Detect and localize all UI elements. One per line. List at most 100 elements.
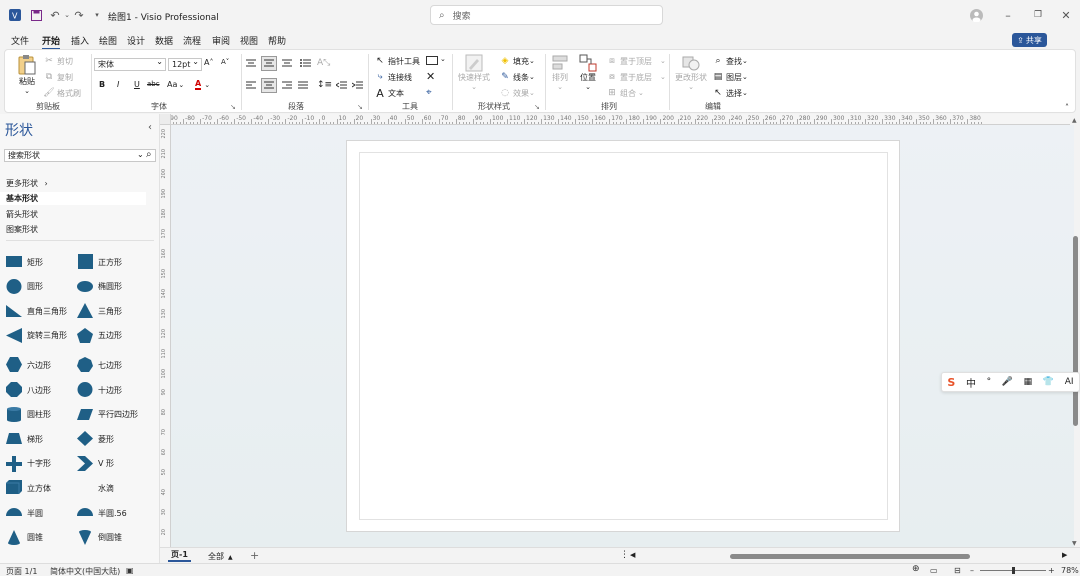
connector-button[interactable]: ⤷ 连接线 bbox=[374, 71, 412, 83]
shape-item[interactable]: 六边形 bbox=[6, 357, 51, 373]
ime-chinese-mode[interactable]: 中 bbox=[966, 375, 976, 390]
scroll-down-icon[interactable]: ▼ bbox=[1072, 540, 1077, 547]
collapse-pane-icon[interactable]: ‹ bbox=[148, 122, 152, 133]
font-size-select[interactable]: 12pt bbox=[168, 57, 202, 71]
change-shape-button[interactable]: 更改形状 ⌄ bbox=[675, 54, 707, 91]
position-button[interactable]: 位置 ⌄ bbox=[579, 54, 597, 91]
text-direction-icon[interactable]: A⤡ bbox=[317, 58, 330, 68]
fill-button[interactable]: ◈ 填充 ⌄ bbox=[499, 55, 535, 67]
copy-button[interactable]: ⧉ 复制 bbox=[43, 71, 73, 83]
shape-item[interactable]: 半圆.56 bbox=[77, 505, 127, 521]
shape-item[interactable]: 倒圆锥 bbox=[77, 529, 122, 546]
line-tool-icon[interactable]: ✕ bbox=[426, 70, 435, 83]
close-icon[interactable]: ✕ bbox=[1059, 8, 1073, 22]
bring-to-front-button[interactable]: ⧈ 置于顶层 ⌄ bbox=[606, 55, 666, 67]
line-style-button[interactable]: ✎ 线条 ⌄ bbox=[499, 71, 535, 83]
align-center-icon[interactable] bbox=[261, 78, 277, 93]
ime-logo-icon[interactable]: S bbox=[947, 376, 955, 389]
align-middle-icon[interactable] bbox=[261, 56, 277, 71]
shrink-font-button[interactable]: A˅ bbox=[221, 58, 229, 66]
add-page-button[interactable]: + bbox=[250, 549, 259, 562]
shape-styles-dialog-launcher-icon[interactable]: ↘ bbox=[534, 103, 540, 111]
decrease-indent-icon[interactable] bbox=[336, 81, 347, 90]
tab-home[interactable]: 开始 bbox=[42, 34, 61, 50]
align-shapes-button[interactable]: 排列 ⌄ bbox=[551, 54, 569, 91]
shape-item[interactable]: 平行四边形 bbox=[77, 407, 138, 423]
rectangle-tool-icon[interactable] bbox=[426, 56, 438, 65]
shape-search-input[interactable]: 搜索形状 ⌄ ⌕ bbox=[4, 149, 156, 162]
strikethrough-button[interactable]: abc bbox=[147, 80, 160, 88]
italic-button[interactable]: I bbox=[117, 80, 119, 89]
zoom-level[interactable]: 78% bbox=[1061, 566, 1079, 575]
ime-voice-icon[interactable]: 🎤 bbox=[1002, 377, 1013, 387]
quick-styles-button[interactable]: 快速样式 ⌄ bbox=[458, 54, 490, 91]
scroll-left-icon[interactable]: ◀ bbox=[630, 551, 635, 559]
stencil-arrow-shapes[interactable]: 箭头形状 bbox=[6, 209, 38, 220]
ime-skin-icon[interactable]: 👕 bbox=[1043, 377, 1054, 387]
font-name-select[interactable]: 宋体 bbox=[94, 57, 166, 71]
page-number-status[interactable]: 页面 1/1 bbox=[6, 566, 37, 576]
underline-button[interactable]: U bbox=[134, 80, 140, 89]
shape-item[interactable]: 立方体 bbox=[6, 480, 51, 496]
search-box[interactable]: ⌕ 搜索 bbox=[430, 5, 663, 25]
shape-item[interactable]: 水滴 bbox=[77, 480, 114, 496]
format-painter-button[interactable]: 🖌 格式刷 bbox=[43, 87, 81, 99]
text-tool-button[interactable]: A 文本 bbox=[374, 87, 404, 100]
shape-item[interactable]: 圆形 bbox=[6, 278, 43, 295]
shape-item[interactable]: 五边形 bbox=[77, 327, 122, 344]
redo-icon[interactable]: ↷ bbox=[72, 8, 86, 22]
effects-button[interactable]: ◌ 效果 ⌄ bbox=[499, 87, 535, 99]
more-shapes-link[interactable]: 更多形状 › bbox=[6, 178, 48, 189]
shape-item[interactable]: 十字形 bbox=[6, 455, 51, 472]
fit-page-icon[interactable]: ▭ bbox=[930, 566, 938, 575]
shape-item[interactable]: V 形 bbox=[77, 455, 114, 472]
paragraph-dialog-launcher-icon[interactable]: ↘ bbox=[357, 103, 363, 111]
connection-point-icon[interactable]: ⌖ bbox=[426, 87, 432, 98]
minimize-icon[interactable]: – bbox=[1001, 8, 1015, 22]
justify-icon[interactable] bbox=[298, 81, 308, 90]
select-button[interactable]: ↖ 选择 ⌄ bbox=[712, 87, 748, 99]
avatar[interactable] bbox=[969, 8, 983, 22]
tab-review[interactable]: 审阅 bbox=[212, 34, 230, 47]
align-bottom-icon[interactable] bbox=[282, 59, 292, 68]
ime-ai-icon[interactable]: AI bbox=[1065, 377, 1074, 387]
shape-item[interactable]: 三角形 bbox=[77, 303, 122, 319]
change-case-button[interactable]: Aa ⌄ bbox=[167, 80, 184, 89]
align-left-icon[interactable] bbox=[246, 81, 256, 90]
align-top-icon[interactable] bbox=[246, 59, 256, 68]
layers-button[interactable]: ▤ 图层 ⌄ bbox=[712, 71, 748, 83]
tab-process[interactable]: 流程 bbox=[183, 34, 201, 47]
switch-window-icon[interactable]: ⊟ bbox=[954, 566, 961, 575]
tab-design[interactable]: 设计 bbox=[127, 34, 145, 47]
more-options-icon[interactable]: ⋮ bbox=[620, 550, 629, 560]
horizontal-scrollbar[interactable] bbox=[730, 554, 970, 559]
pointer-tool-button[interactable]: ↖ 指针工具 bbox=[374, 55, 420, 67]
grow-font-button[interactable]: A˄ bbox=[204, 58, 213, 67]
stencil-pattern-shapes[interactable]: 图案形状 bbox=[6, 224, 38, 235]
scroll-up-icon[interactable]: ▲ bbox=[1072, 117, 1077, 124]
shape-item[interactable]: 椭圆形 bbox=[77, 279, 122, 295]
customize-qat-icon[interactable]: ▾ bbox=[90, 8, 104, 22]
tab-draw[interactable]: 绘图 bbox=[99, 34, 117, 47]
shape-item[interactable]: 矩形 bbox=[6, 254, 43, 270]
language-status[interactable]: 简体中文(中国大陆) bbox=[50, 566, 120, 576]
increase-indent-icon[interactable] bbox=[352, 81, 363, 90]
stencil-basic-shapes[interactable]: 基本形状 bbox=[0, 192, 146, 205]
bullets-icon[interactable] bbox=[300, 59, 311, 68]
tab-help[interactable]: 帮助 bbox=[268, 34, 286, 47]
tab-data[interactable]: 数据 bbox=[155, 34, 173, 47]
tab-file[interactable]: 文件 bbox=[11, 34, 29, 47]
font-color-button[interactable]: A ⌄ bbox=[195, 79, 210, 90]
find-button[interactable]: ⌕ 查找 ⌄ bbox=[712, 55, 747, 67]
presentation-mode-icon[interactable]: ⊕ bbox=[912, 564, 920, 574]
all-pages-button[interactable]: 全部 ▲ bbox=[208, 551, 233, 562]
line-spacing-icon[interactable]: ↕≡ bbox=[317, 80, 332, 90]
chevron-down-icon[interactable]: ⌄ bbox=[137, 150, 144, 159]
scroll-right-icon[interactable]: ▶ bbox=[1062, 551, 1067, 559]
shape-item[interactable]: 七边形 bbox=[77, 357, 122, 373]
collapse-ribbon-icon[interactable]: ˄ bbox=[1065, 103, 1069, 112]
chevron-down-icon[interactable]: ⌄ bbox=[440, 55, 446, 63]
paste-button[interactable]: 粘贴 ⌄ bbox=[17, 54, 37, 95]
restore-icon[interactable]: ❐ bbox=[1031, 8, 1045, 22]
font-dialog-launcher-icon[interactable]: ↘ bbox=[230, 103, 236, 111]
